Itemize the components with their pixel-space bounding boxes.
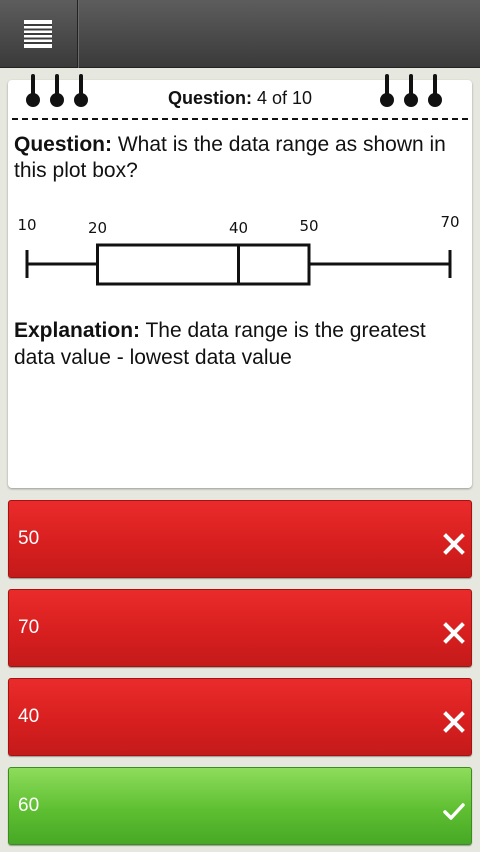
tick-label: 10 (17, 216, 36, 234)
question-text: Question: What is the data range as show… (14, 132, 454, 184)
answer-option-4[interactable]: 60 (8, 767, 472, 845)
dashed-divider (12, 118, 468, 120)
question-card: Question: 4 of 10 Question: What is the … (8, 74, 472, 488)
box-plot: 10 20 40 50 70 (17, 213, 460, 286)
answer-option-1[interactable]: 50 (8, 500, 472, 578)
question-progress-label: Question: (167, 88, 252, 108)
answer-option-3[interactable]: 40 (8, 678, 472, 756)
checkmark-icon (443, 803, 465, 820)
tick-label: 70 (440, 213, 459, 231)
menu-button[interactable] (0, 0, 78, 68)
answer-label: 50 (18, 528, 40, 549)
answer-label: 40 (18, 706, 40, 727)
cross-icon (443, 622, 465, 644)
answer-label: 70 (18, 617, 40, 638)
question-label: Question: (14, 133, 112, 156)
tick-label: 20 (88, 219, 107, 237)
explanation-label: Explanation: (14, 319, 141, 342)
top-bar (0, 0, 480, 68)
tick-label: 50 (299, 217, 318, 235)
iqr-box (96, 243, 311, 286)
explanation-text: Explanation: The data range is the great… (14, 317, 454, 371)
question-progress: Question: 4 of 10 (8, 88, 472, 114)
tick-label: 40 (229, 219, 248, 237)
cross-icon (443, 533, 465, 555)
cross-icon (443, 711, 465, 733)
menu-icon (24, 20, 52, 48)
answer-label: 60 (18, 795, 40, 816)
question-progress-count: 4 of 10 (256, 88, 313, 108)
answer-option-2[interactable]: 70 (8, 589, 472, 667)
